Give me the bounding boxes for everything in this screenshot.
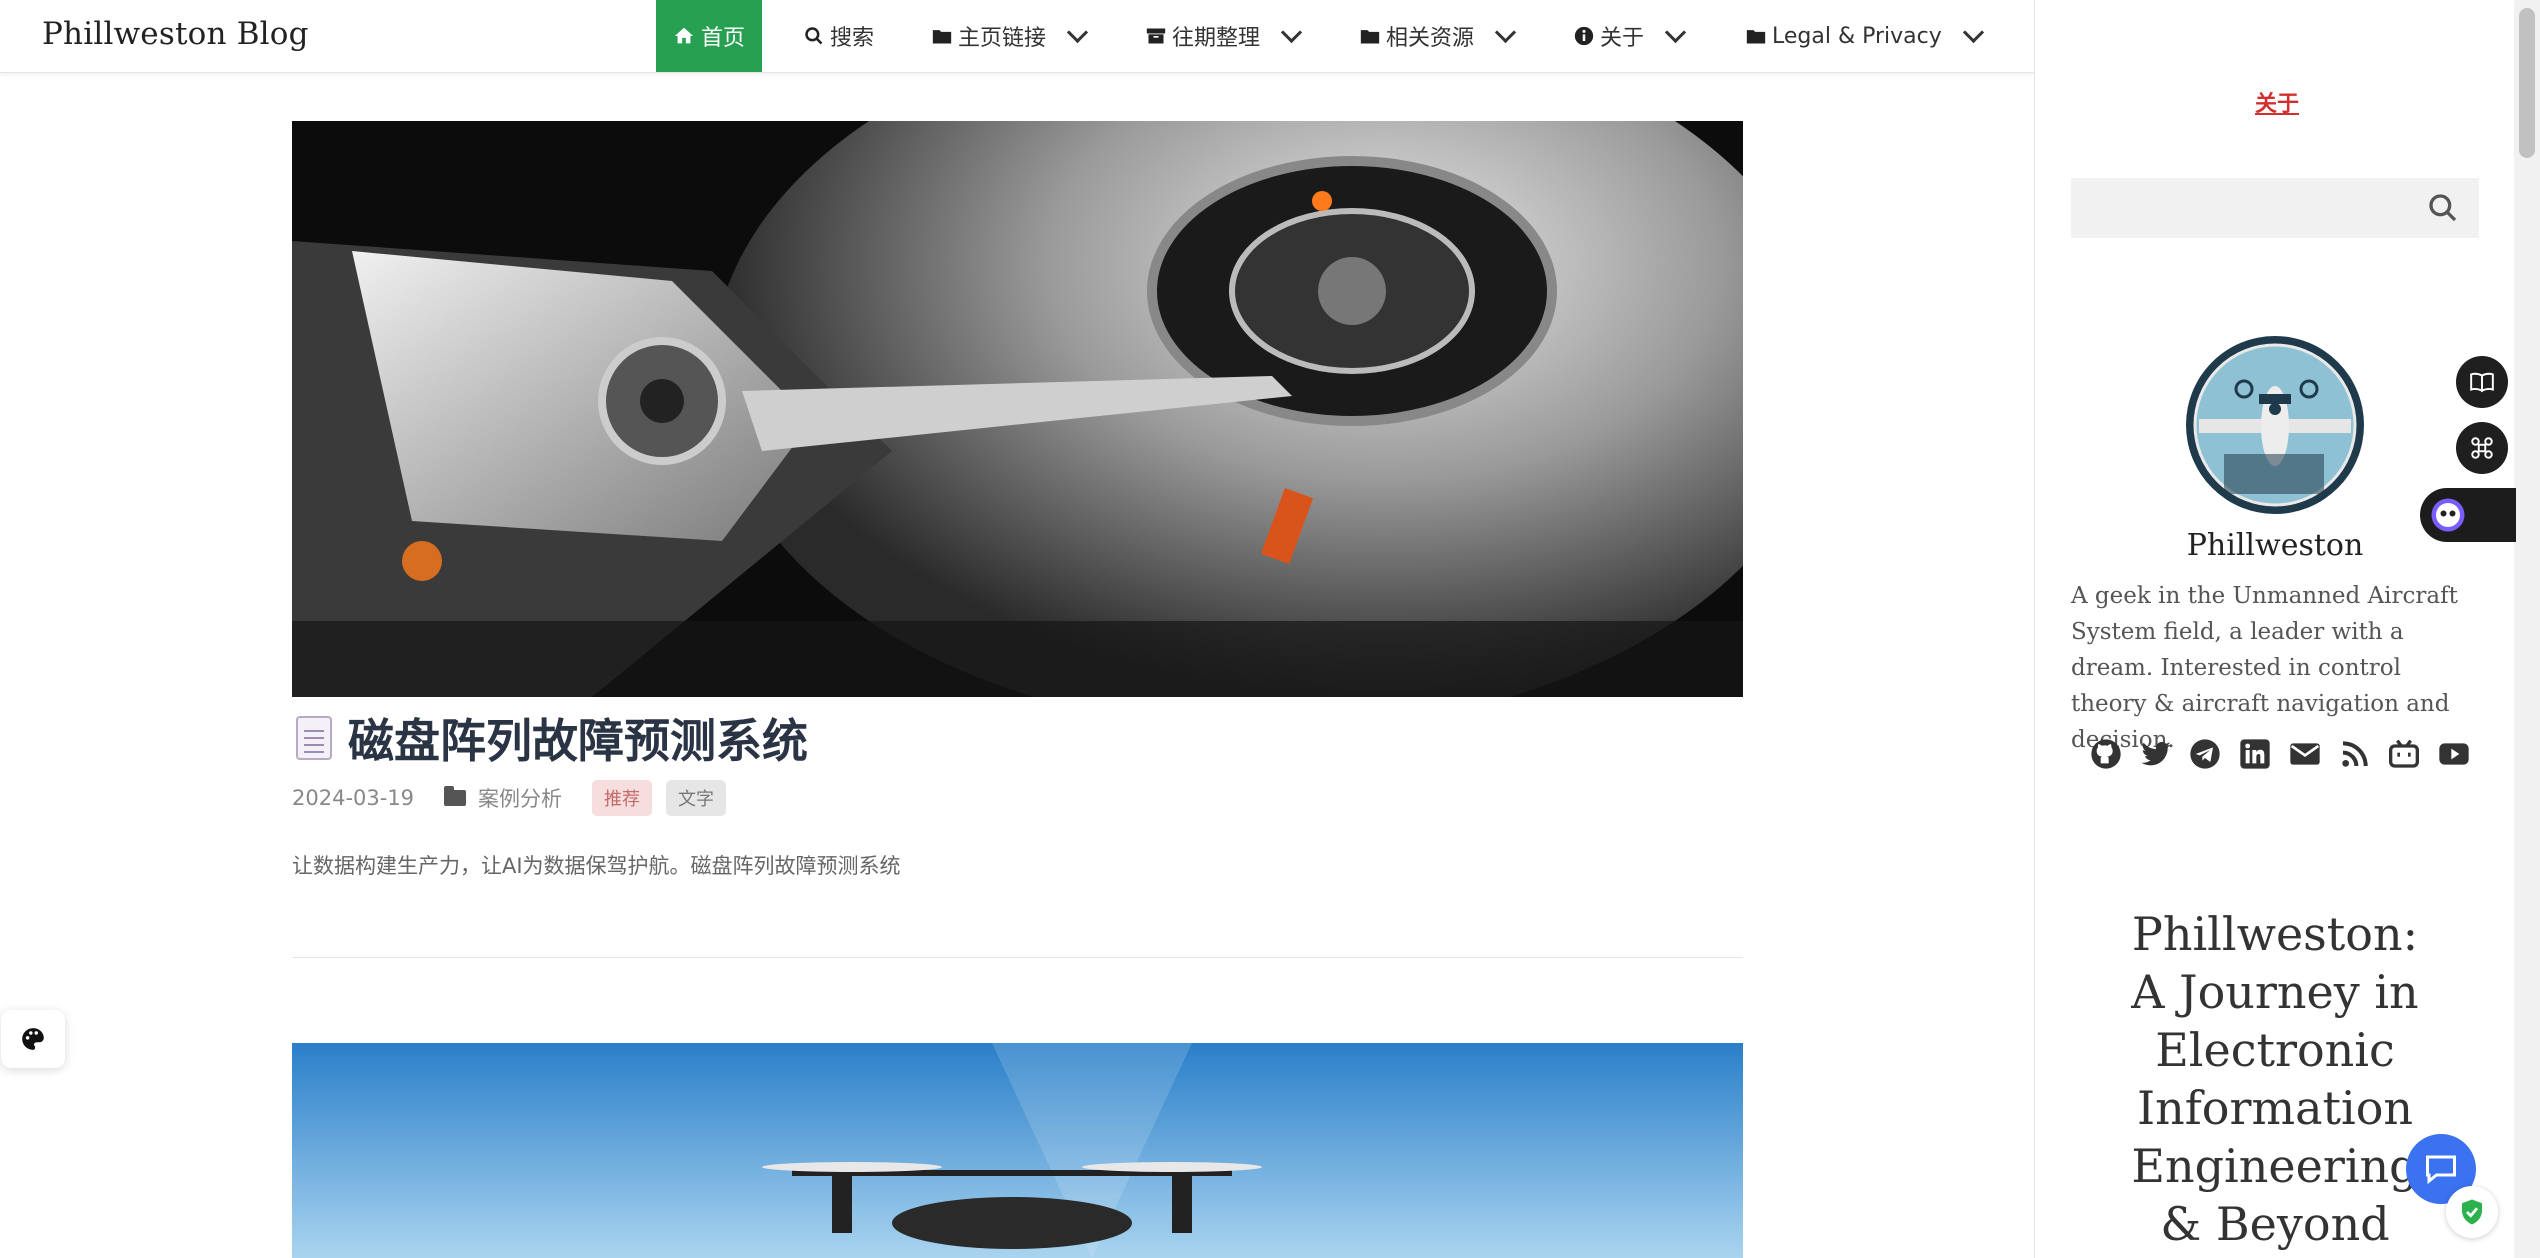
rss-icon[interactable] [2339,738,2371,770]
info-icon [1574,26,1594,46]
nav-homepage-links[interactable]: 主页链接 [932,0,1089,72]
search-icon [805,27,823,45]
post-divider [292,957,1743,958]
chevron-down-icon [1962,21,1984,43]
post-date: 2024-03-19 [292,786,415,810]
post-cover-image-2[interactable] [292,1043,1743,1258]
nav-homepage-links-label: 主页链接 [958,26,1047,51]
top-navbar: Phillweston Blog 首页 搜索 主页链接 往期整理 相关资源 关于… [0,0,2034,73]
nav-search[interactable]: 搜索 [804,0,874,72]
nav-legal[interactable]: Legal & Privacy [1746,0,1984,72]
telegram-icon[interactable] [2189,738,2221,770]
palette-icon [22,1028,44,1050]
site-brand[interactable]: Phillweston Blog [42,16,309,52]
post-title[interactable]: 磁盘阵列故障预测系统 [296,705,808,771]
hard-drive-photo [292,121,1743,697]
post-category[interactable]: 案例分析 [478,783,562,813]
folder-icon [932,30,952,44]
social-links [2090,738,2470,770]
nav-resources[interactable]: 相关资源 [1360,0,1517,72]
nav-search-label: 搜索 [830,26,875,51]
nav-about[interactable]: 关于 [1574,0,1687,72]
reading-mode-button[interactable] [2456,356,2508,408]
tag-recommended[interactable]: 推荐 [592,780,653,816]
twitter-icon[interactable] [2140,738,2172,770]
book-icon [2470,372,2494,393]
security-badge[interactable] [2446,1186,2498,1238]
chevron-down-icon [1494,21,1517,43]
ai-assistant-tab[interactable] [2420,488,2516,542]
github-icon[interactable] [2090,738,2122,770]
nav-archives-label: 往期整理 [1172,26,1261,51]
avatar[interactable] [2184,334,2366,516]
archive-icon [1146,28,1166,44]
nav-resources-label: 相关资源 [1386,26,1475,51]
sidebar-about-link[interactable]: 关于 [2255,86,2299,118]
sidebar-search-input[interactable] [2071,178,2479,238]
sidebar-heading: Phillweston: A Journey in Electronic Inf… [2131,907,2419,1251]
youtube-icon[interactable] [2438,738,2470,770]
folder-icon [1360,30,1380,44]
theme-palette-button[interactable] [1,1010,65,1068]
scrollbar-thumb[interactable] [2519,8,2535,158]
bilibili-icon[interactable] [2388,738,2420,770]
scrollbar-track[interactable] [2514,0,2540,1258]
email-icon[interactable] [2289,738,2321,770]
chat-icon [2426,1155,2456,1185]
nav-about-label: 关于 [1600,26,1645,51]
home-icon [674,27,694,44]
ai-bot-icon [2431,498,2465,532]
apps-button[interactable] [2456,422,2508,474]
folder-icon [1746,30,1766,44]
post-excerpt: 让数据构建生产力，让AI为数据保驾护航。磁盘阵列故障预测系统 [292,854,901,878]
post-title-text[interactable]: 磁盘阵列故障预测系统 [348,705,808,771]
post-meta: 2024-03-19 案例分析 推荐 文字 [292,780,727,816]
profile-name: Phillweston [2186,528,2364,563]
shield-check-icon [2462,1199,2482,1225]
chevron-down-icon [1280,21,1303,43]
nav-archives[interactable]: 往期整理 [1146,0,1303,72]
command-icon [2471,437,2493,459]
linkedin-icon[interactable] [2239,738,2271,770]
memo-icon [296,716,332,760]
post-cover-image[interactable] [292,121,1743,697]
profile-bio: A geek in the Unmanned Aircraft System f… [2071,583,2458,753]
tag-text[interactable]: 文字 [666,780,727,816]
nav-home-label: 首页 [701,26,746,51]
nav-legal-label: Legal & Privacy [1772,23,1942,49]
drone-photo [292,1043,1743,1258]
chevron-down-icon [1664,21,1687,43]
chevron-down-icon [1066,21,1089,43]
nav-home[interactable]: 首页 [656,0,763,72]
search-icon[interactable] [2427,192,2459,224]
folder-icon [444,786,467,806]
